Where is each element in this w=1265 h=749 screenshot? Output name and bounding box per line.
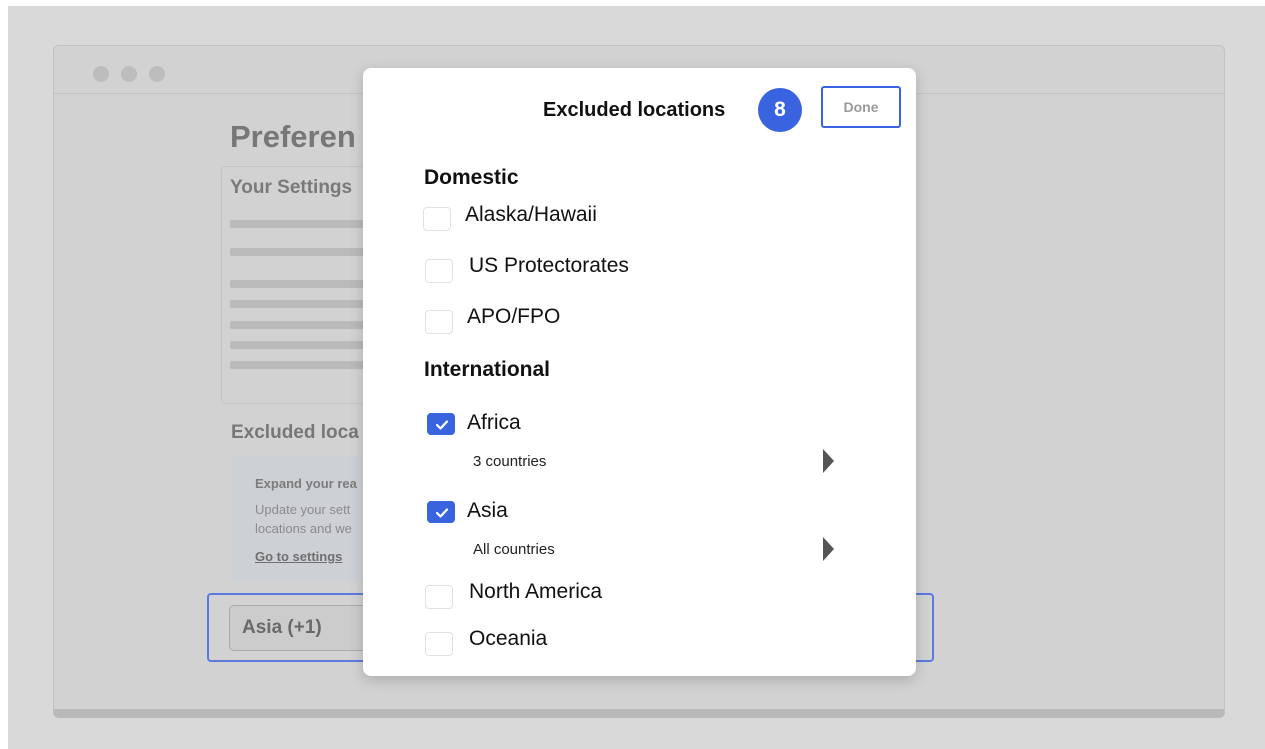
option-label: Alaska/Hawaii	[465, 203, 597, 226]
chevron-right-icon[interactable]	[823, 537, 834, 561]
window-dot-icon	[149, 66, 165, 82]
domestic-heading: Domestic	[424, 166, 519, 189]
option-oceania[interactable]: Oceania	[363, 627, 916, 657]
window-dot-icon	[121, 66, 137, 82]
checkbox-checked[interactable]	[427, 501, 455, 523]
checkbox[interactable]	[425, 259, 453, 283]
location-select-value: Asia (+1)	[242, 617, 322, 638]
modal-title: Excluded locations	[543, 99, 726, 121]
page-title: Preferen	[230, 119, 356, 154]
go-to-settings-link[interactable]: Go to settings	[255, 549, 342, 564]
option-apo-fpo[interactable]: APO/FPO	[363, 305, 916, 335]
done-button[interactable]: Done	[821, 86, 901, 128]
option-label: APO/FPO	[467, 305, 561, 328]
info-box-text: locations and we	[255, 521, 352, 536]
option-label: Asia	[467, 499, 508, 522]
option-north-america[interactable]: North America	[363, 580, 916, 610]
asia-countries-link[interactable]: All countries	[473, 541, 555, 558]
excluded-locations-modal: Excluded locations 8 Done Domestic Alask…	[363, 68, 916, 676]
africa-countries-link[interactable]: 3 countries	[473, 453, 546, 470]
international-heading: International	[424, 358, 551, 381]
checkbox[interactable]	[425, 585, 453, 609]
option-label: US Protectorates	[469, 254, 629, 277]
window-dot-icon	[93, 66, 109, 82]
checkmark-icon	[435, 508, 449, 518]
settings-card-title: Your Settings	[230, 177, 353, 198]
info-box-text: Update your sett	[255, 502, 351, 517]
option-africa[interactable]: Africa	[363, 411, 916, 441]
info-box-title: Expand your rea	[255, 476, 357, 491]
excluded-locations-heading: Excluded loca	[231, 422, 359, 443]
option-alaska-hawaii[interactable]: Alaska/Hawaii	[363, 203, 916, 233]
option-label: North America	[469, 580, 603, 603]
checkbox[interactable]	[425, 632, 453, 656]
option-us-protectorates[interactable]: US Protectorates	[363, 254, 916, 284]
checkbox[interactable]	[423, 207, 451, 231]
checkbox[interactable]	[425, 310, 453, 334]
option-asia[interactable]: Asia	[363, 499, 916, 529]
chevron-right-icon[interactable]	[823, 449, 834, 473]
checkbox-checked[interactable]	[427, 413, 455, 435]
option-label: Oceania	[469, 627, 548, 650]
step-badge: 8	[758, 88, 802, 132]
option-label: Africa	[467, 411, 521, 434]
checkmark-icon	[435, 420, 449, 430]
